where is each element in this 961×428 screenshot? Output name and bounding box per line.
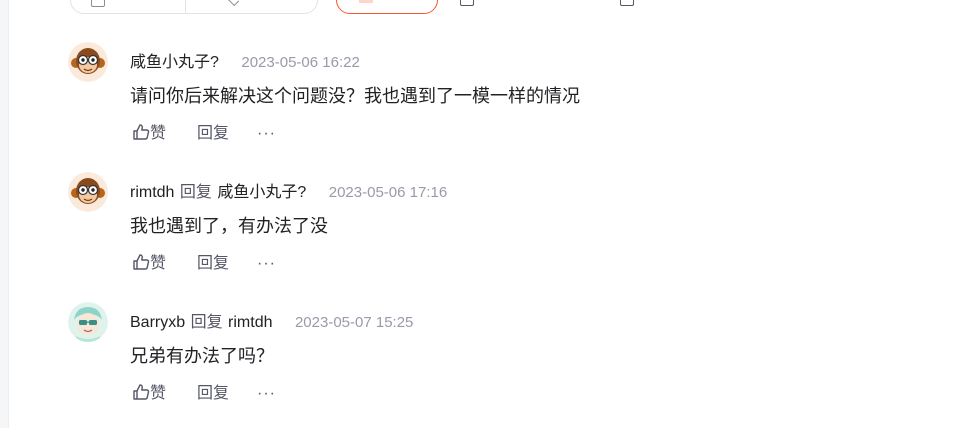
comment-item: rimtdh 回复 咸鱼小丸子? 2023-05-06 17:16 我也遇到了，…: [68, 172, 948, 292]
like-button[interactable]: 赞: [132, 122, 166, 146]
comment-button-icon: [359, 0, 373, 3]
reply-indicator: 回复: [179, 184, 212, 201]
comment-text: 请问你后来解决这个问题没？我也遇到了一模一样的情况: [130, 86, 580, 106]
comment-time: 2023-05-07 15:25: [294, 314, 414, 331]
thumbs-up-icon: [133, 124, 150, 140]
like-button[interactable]: 赞: [132, 252, 166, 276]
reply-button[interactable]: 回复: [197, 122, 229, 146]
like-label: 赞: [150, 125, 167, 142]
comment-username[interactable]: rimtdh: [130, 184, 174, 201]
like-label: 赞: [150, 385, 167, 402]
monkey-avatar-icon[interactable]: [68, 42, 108, 82]
comment-time: 2023-05-06 16:22: [241, 54, 360, 71]
thumbs-up-icon: [133, 384, 150, 400]
image-icon[interactable]: [460, 0, 474, 6]
comment-meta: rimtdh 回复 咸鱼小丸子? 2023-05-06 17:16: [130, 182, 447, 204]
comment-text: 我也遇到了，有办法了没: [130, 216, 328, 236]
comment-meta: 咸鱼小丸子? 2023-05-06 16:22: [130, 52, 360, 74]
emoji-icon[interactable]: [620, 0, 634, 6]
like-button[interactable]: 赞: [132, 382, 166, 406]
comment-item: Barryxb 回复 rimtdh 2023-05-07 15:25 兄弟有办法…: [68, 302, 948, 422]
reply-button[interactable]: 回复: [197, 382, 229, 406]
more-button[interactable]: ···: [257, 252, 276, 276]
cartoon-avatar-icon[interactable]: [68, 302, 108, 342]
reply-target-username[interactable]: rimtdh: [228, 314, 272, 331]
reply-indicator: 回复: [190, 314, 223, 331]
more-button[interactable]: ···: [257, 382, 276, 406]
comment-username[interactable]: 咸鱼小丸子?: [130, 54, 219, 71]
like-label: 赞: [150, 255, 167, 272]
reply-button[interactable]: 回复: [197, 252, 229, 276]
sort-icon[interactable]: [91, 0, 105, 7]
thumbs-up-icon: [133, 254, 150, 270]
more-button[interactable]: ···: [257, 122, 276, 146]
comment-button[interactable]: [336, 0, 438, 14]
left-edge-panel: [0, 0, 9, 428]
chevron-down-icon[interactable]: [227, 0, 240, 7]
comment-item: 咸鱼小丸子? 2023-05-06 16:22 请问你后来解决这个问题没？我也遇…: [68, 42, 948, 162]
comment-meta: Barryxb 回复 rimtdh 2023-05-07 15:25: [130, 312, 413, 334]
comment-text: 兄弟有办法了吗？: [130, 346, 274, 366]
sort-toggle-group[interactable]: [70, 0, 318, 14]
comment-username[interactable]: Barryxb: [130, 314, 185, 331]
monkey-avatar-icon[interactable]: [68, 172, 108, 212]
reply-target-username[interactable]: 咸鱼小丸子?: [217, 184, 306, 201]
comment-time: 2023-05-06 17:16: [328, 184, 448, 201]
toggle-divider: [185, 0, 186, 13]
